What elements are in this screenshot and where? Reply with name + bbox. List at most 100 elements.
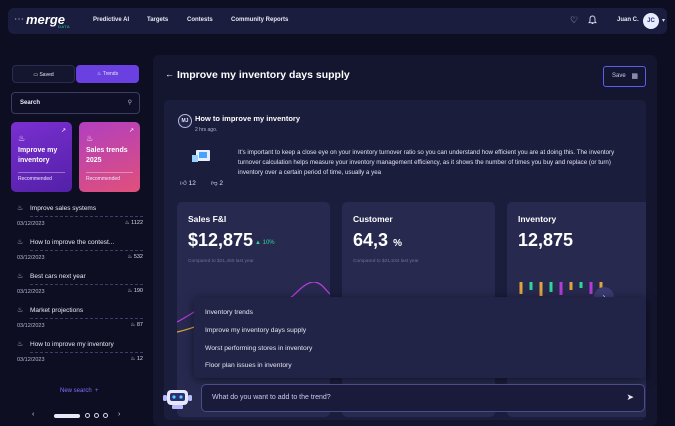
list-item-date: 03/12/2023 bbox=[17, 255, 45, 261]
document-illustration-icon bbox=[192, 150, 210, 162]
search-input[interactable]: Search ⚲ bbox=[11, 92, 140, 114]
arrow-up-right-icon: ↗ bbox=[60, 128, 66, 134]
chevron-right-icon[interactable]: › bbox=[118, 411, 120, 418]
kpi-compare: Compared to $21,450 last year bbox=[188, 259, 254, 264]
bookmark-icon: ▭ bbox=[33, 72, 39, 78]
list-item[interactable]: ♨ How to improve my inventory 03/12/2023… bbox=[17, 341, 143, 373]
page-dot[interactable] bbox=[103, 413, 108, 418]
page-dot[interactable] bbox=[85, 413, 90, 418]
divider bbox=[30, 352, 143, 353]
divider bbox=[30, 284, 143, 285]
card-tag: Recommended bbox=[18, 176, 52, 182]
divider bbox=[86, 172, 133, 173]
list-item-count: ♨ 532 bbox=[127, 254, 143, 260]
kpi-unit: % bbox=[393, 238, 402, 249]
page-dot[interactable] bbox=[94, 413, 99, 418]
robot-icon bbox=[163, 390, 192, 409]
count-value: 87 bbox=[136, 322, 143, 328]
tab-saved[interactable]: ▭ Saved bbox=[12, 65, 75, 83]
divider bbox=[18, 172, 65, 173]
card-tag: Recommended bbox=[86, 176, 120, 182]
flame-icon: ♨ bbox=[18, 134, 26, 143]
user-name[interactable]: Juan C. bbox=[617, 17, 639, 23]
kpi-value: 64,3 % bbox=[353, 230, 402, 251]
post-title: How to improve my inventory bbox=[195, 114, 301, 123]
list-item-title: Market projections bbox=[30, 307, 84, 314]
flame-icon: ♨ bbox=[17, 273, 24, 280]
like-button[interactable]: 👍︎ 12 bbox=[180, 179, 196, 187]
list-item-date: 03/12/2023 bbox=[17, 323, 45, 329]
list-item[interactable]: ♨ Best cars next year 03/12/2023 ♨ 190 bbox=[17, 273, 143, 305]
flame-icon: ♨ bbox=[86, 134, 94, 143]
suggestions-dropdown: Inventory trends Improve my inventory da… bbox=[194, 297, 646, 378]
suggestion-item[interactable]: Improve my inventory days supply bbox=[205, 327, 306, 334]
calendar-icon: ▦ bbox=[631, 73, 638, 80]
new-search-label: New search bbox=[60, 388, 92, 394]
logo-subtitle: DATA bbox=[58, 24, 71, 29]
tab-trends-label: Trends bbox=[102, 71, 119, 77]
kpi-delta-value: 10% bbox=[262, 240, 275, 246]
page-indicator-active[interactable] bbox=[54, 414, 80, 418]
list-item-count: ♨ 87 bbox=[130, 322, 143, 328]
dislike-count: 2 bbox=[219, 180, 224, 187]
flame-icon: ♨ bbox=[17, 205, 24, 212]
avatar[interactable]: JC bbox=[643, 13, 659, 29]
flame-icon: ♨ bbox=[96, 71, 102, 77]
new-search-button[interactable]: New search + bbox=[60, 388, 99, 394]
send-icon[interactable]: ➤ bbox=[626, 392, 634, 403]
suggestion-item[interactable]: Floor plan issues in inventory bbox=[205, 362, 292, 369]
page-title: Improve my inventory days supply bbox=[177, 69, 350, 81]
heart-icon[interactable]: ♡ bbox=[570, 15, 578, 26]
list-item-date: 03/12/2023 bbox=[17, 221, 45, 227]
chevron-down-icon[interactable]: ▾ bbox=[662, 17, 665, 24]
chevron-left-icon[interactable]: ‹ bbox=[32, 411, 34, 418]
list-item[interactable]: ♨ Improve sales systems 03/12/2023 ♨ 112… bbox=[17, 205, 143, 237]
card-title: Sales trends 2025 bbox=[86, 147, 128, 164]
kpi-title: Sales F&I bbox=[188, 214, 227, 224]
flame-icon: ♨ bbox=[17, 341, 24, 348]
kpi-compare: Compared to $21,534 last year bbox=[353, 259, 419, 264]
list-item[interactable]: ♨ Market projections 03/12/2023 ♨ 87 bbox=[17, 307, 143, 339]
kpi-title: Customer bbox=[353, 214, 393, 224]
flame-icon: ♨ bbox=[17, 307, 24, 314]
list-item-title: How to improve the contest... bbox=[30, 239, 115, 246]
list-item-date: 03/12/2023 bbox=[17, 357, 45, 363]
save-label: Save bbox=[612, 73, 626, 79]
count-value: 532 bbox=[133, 254, 143, 260]
kpi-title: Inventory bbox=[518, 214, 557, 224]
post-time: 2 hrs ago. bbox=[195, 127, 218, 133]
list-item-title: How to improve my inventory bbox=[30, 341, 114, 348]
trend-card-sales-trends[interactable]: ♨ ↗ Sales trends 2025 Recommended bbox=[79, 122, 140, 192]
divider bbox=[30, 250, 143, 251]
menu-icon[interactable]: ⋯ bbox=[14, 14, 25, 25]
list-item-title: Improve sales systems bbox=[30, 205, 97, 212]
suggestion-item[interactable]: Inventory trends bbox=[205, 309, 253, 316]
bell-icon[interactable] bbox=[588, 15, 597, 27]
list-item-count: ♨ 12 bbox=[130, 356, 143, 362]
list-item-count: ♨ 190 bbox=[127, 288, 143, 294]
like-count: 12 bbox=[188, 180, 196, 187]
search-label: Search bbox=[20, 100, 41, 106]
trend-card-improve-inventory[interactable]: ♨ ↗ Improve my inventory Recommended bbox=[11, 122, 72, 192]
kpi-value: $12,875 bbox=[188, 230, 254, 250]
tab-saved-label: Saved bbox=[39, 72, 54, 78]
save-button[interactable]: Save ▦ bbox=[603, 66, 646, 87]
post-author-avatar[interactable]: MJ bbox=[178, 114, 192, 128]
nav-targets[interactable]: Targets bbox=[147, 17, 168, 23]
suggestion-item[interactable]: Worst performing stores in inventory bbox=[205, 345, 312, 352]
top-bar: ⋯ merge DATA Predictive AI Targets Conte… bbox=[8, 8, 667, 34]
post-body: It's important to keep a close eye on yo… bbox=[238, 149, 615, 176]
nav-community-reports[interactable]: Community Reports bbox=[231, 17, 288, 23]
back-arrow-icon[interactable]: ← bbox=[165, 69, 174, 79]
kpi-value-number: 64,3 bbox=[353, 230, 389, 250]
nav-contests[interactable]: Contests bbox=[187, 17, 213, 23]
list-item[interactable]: ♨ How to improve the contest... 03/12/20… bbox=[17, 239, 143, 271]
tab-trends[interactable]: ♨ Trends bbox=[76, 65, 139, 83]
chat-input[interactable]: What do you want to add to the trend? ➤ bbox=[201, 384, 645, 412]
nav-predictive-ai[interactable]: Predictive AI bbox=[93, 17, 129, 23]
card-title: Improve my inventory bbox=[18, 147, 58, 164]
search-icon[interactable]: ⚲ bbox=[128, 99, 132, 106]
list-item-count: ♨ 1122 bbox=[124, 220, 143, 226]
dislike-button[interactable]: 👎︎ 2 bbox=[211, 179, 223, 187]
list-item-title: Best cars next year bbox=[30, 273, 86, 280]
